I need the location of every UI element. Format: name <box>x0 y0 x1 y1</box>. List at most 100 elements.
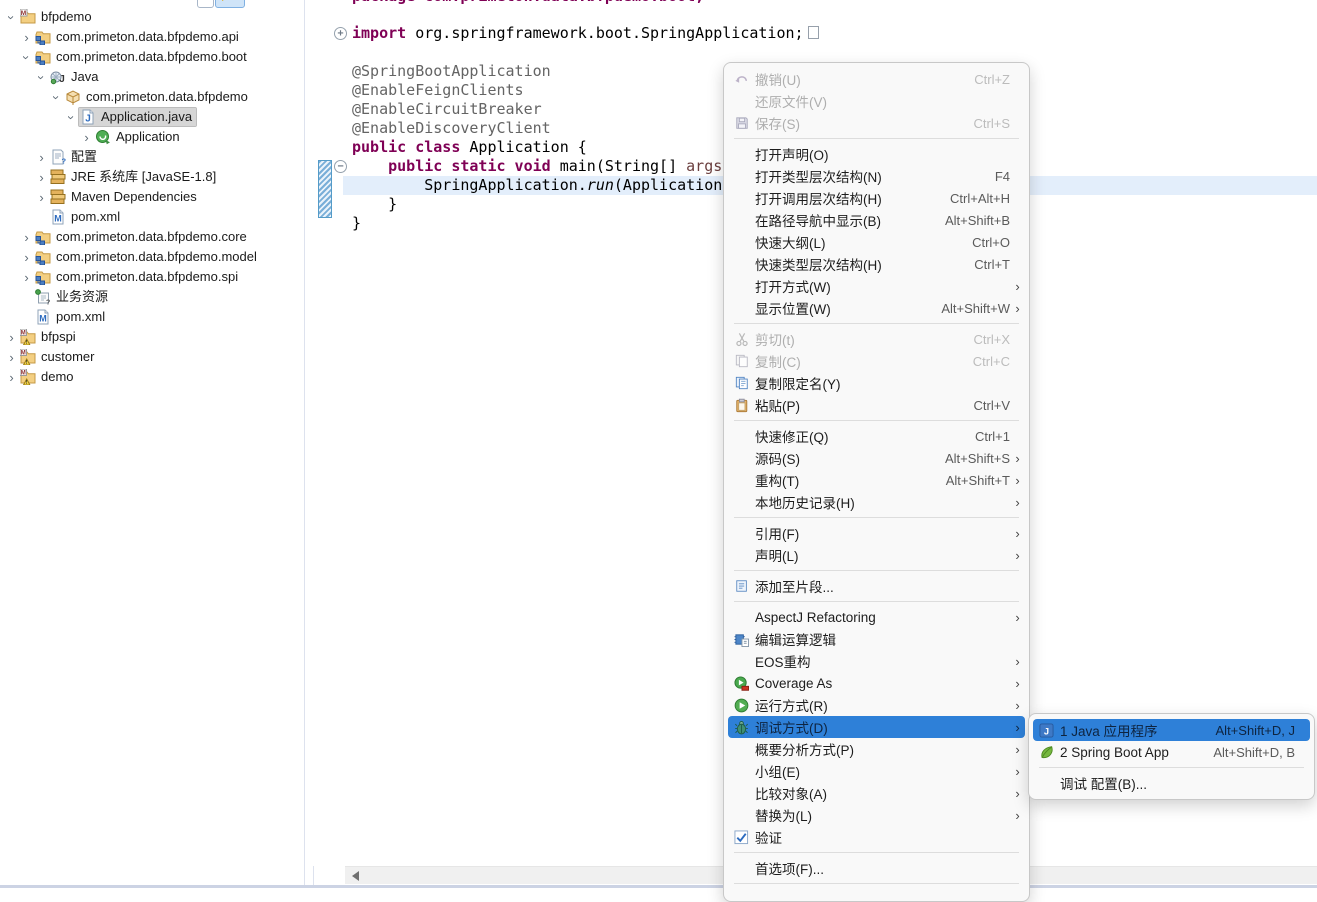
collapse-arrow-icon[interactable]: › <box>34 191 49 204</box>
menu-item-show-in-breadcrumb[interactable]: 在路径导航中显示(B)Alt+Shift+B <box>728 209 1025 231</box>
tree-item-content[interactable]: com.primeton.data.bfpdemo.model <box>34 248 261 266</box>
code-line[interactable]: import org.springframework.boot.SpringAp… <box>352 24 819 43</box>
menu-item-quick-type-hierarchy[interactable]: 快速类型层次结构(H)Ctrl+T <box>728 253 1025 275</box>
tree-item-content[interactable]: ?业务资源 <box>34 288 112 306</box>
tree-item-biz-resource[interactable]: ?业务资源 <box>0 287 261 307</box>
menu-item-open-declaration[interactable]: 打开声明(O) <box>728 143 1025 165</box>
code-line[interactable]: @EnableFeignClients <box>352 81 524 100</box>
tree-item-content[interactable]: Mpom.xml <box>49 208 124 226</box>
menu-item-validate[interactable]: 验证 <box>728 826 1025 848</box>
menu-item-java-application[interactable]: J1 Java 应用程序Alt+Shift+D, J <box>1033 719 1310 741</box>
tree-item-content[interactable]: com.primeton.data.bfpdemo.boot <box>34 48 251 66</box>
menu-item-show-in[interactable]: 显示位置(W)Alt+Shift+W› <box>728 297 1025 319</box>
tree-item-content[interactable]: com.primeton.data.bfpdemo.api <box>34 28 243 46</box>
menu-item-open-with[interactable]: 打开方式(W)› <box>728 275 1025 297</box>
tree-item-config[interactable]: ›?配置 <box>0 147 261 167</box>
tree-item-content[interactable]: M!bfpspi <box>19 328 80 346</box>
expand-arrow-icon[interactable]: › <box>65 110 78 125</box>
menu-item-refactor[interactable]: 重构(T)Alt+Shift+T› <box>728 469 1025 491</box>
code-line[interactable]: } <box>352 214 361 233</box>
collapse-arrow-icon[interactable]: › <box>19 251 34 264</box>
tree-item-content[interactable]: JApplication.java <box>79 108 196 126</box>
tree-item-java[interactable]: ›JJava <box>0 67 261 87</box>
tree-item-content[interactable]: com.primeton.data.bfpdemo.spi <box>34 268 242 286</box>
tree-item-content[interactable]: Maven Dependencies <box>49 188 201 206</box>
expand-arrow-icon[interactable]: › <box>35 70 48 85</box>
collapse-arrow-icon[interactable]: › <box>4 351 19 364</box>
menu-item-paste[interactable]: 粘贴(P)Ctrl+V <box>728 394 1025 416</box>
tree-item-content[interactable]: JRE 系统库 [JavaSE-1.8] <box>49 168 220 186</box>
tree-item-api[interactable]: ›com.primeton.data.bfpdemo.api <box>0 27 261 47</box>
tree-item-bfpspi[interactable]: ›M!bfpspi <box>0 327 261 347</box>
scroll-left-icon[interactable] <box>352 871 359 881</box>
tree-item-spi[interactable]: ›com.primeton.data.bfpdemo.spi <box>0 267 261 287</box>
menu-item-open-call-hierarchy[interactable]: 打开调用层次结构(H)Ctrl+Alt+H <box>728 187 1025 209</box>
menu-item-run-as[interactable]: 运行方式(R)› <box>728 694 1025 716</box>
menu-item-debug-as[interactable]: 调试方式(D)› <box>728 716 1025 738</box>
tree-item-customer[interactable]: ›M!customer <box>0 347 261 367</box>
collapse-arrow-icon[interactable]: › <box>79 131 94 144</box>
menu-item-quick-fix[interactable]: 快速修正(Q)Ctrl+1 <box>728 425 1025 447</box>
tree-item-pom-boot[interactable]: Mpom.xml <box>0 207 261 227</box>
menu-item-debug-configurations[interactable]: 调试 配置(B)... <box>1033 772 1310 794</box>
fold-expand-icon[interactable]: + <box>334 27 347 40</box>
code-line[interactable]: @EnableCircuitBreaker <box>352 100 542 119</box>
tree-item-pom-root[interactable]: Mpom.xml <box>0 307 261 327</box>
tree-item-content[interactable]: com.primeton.data.bfpdemo.core <box>34 228 251 246</box>
menu-item-edit-logic[interactable]: 编辑运算逻辑 <box>728 628 1025 650</box>
tree-item-application-java[interactable]: ›JApplication.java <box>0 107 261 127</box>
code-line[interactable]: public static void main(String[] args) { <box>352 157 749 176</box>
menu-item-source[interactable]: 源码(S)Alt+Shift+S› <box>728 447 1025 469</box>
menu-item-profile-as[interactable]: 概要分析方式(P)› <box>728 738 1025 760</box>
collapse-arrow-icon[interactable]: › <box>19 31 34 44</box>
collapse-arrow-icon[interactable]: › <box>19 231 34 244</box>
expand-arrow-icon[interactable]: › <box>50 90 63 105</box>
tree-item-bfpdemo[interactable]: ›Mbfpdemo <box>0 7 261 27</box>
menu-item-spring-boot-app[interactable]: 2 Spring Boot AppAlt+Shift+D, B <box>1033 741 1310 763</box>
tree-item-content[interactable]: M!demo <box>19 368 78 386</box>
menu-item-coverage-as[interactable]: Coverage As› <box>728 672 1025 694</box>
tree-item-content[interactable]: M!customer <box>19 348 98 366</box>
menu-item-team[interactable]: 小组(E)› <box>728 760 1025 782</box>
tree-item-content[interactable]: Mbfpdemo <box>19 8 96 26</box>
tree-item-content[interactable]: Application <box>94 128 184 146</box>
tree-item-jre[interactable]: ›JRE 系统库 [JavaSE-1.8] <box>0 167 261 187</box>
menu-item-local-history[interactable]: 本地历史记录(H)› <box>728 491 1025 513</box>
menu-item-declarations[interactable]: 声明(L)› <box>728 544 1025 566</box>
menu-item-aspectj-refactoring[interactable]: AspectJ Refactoring› <box>728 606 1025 628</box>
menu-item-add-to-snippets[interactable]: 添加至片段... <box>728 575 1025 597</box>
collapse-arrow-icon[interactable]: › <box>19 271 34 284</box>
tree-item-content[interactable]: JJava <box>49 68 102 86</box>
expand-arrow-icon[interactable]: › <box>20 50 33 65</box>
collapse-arrow-icon[interactable]: › <box>34 171 49 184</box>
menu-item-compare-with[interactable]: 比较对象(A)› <box>728 782 1025 804</box>
fold-collapse-icon[interactable]: − <box>334 160 347 173</box>
folded-region-icon[interactable] <box>808 26 819 39</box>
tree-item-application-class[interactable]: ›Application <box>0 127 261 147</box>
tree-item-package[interactable]: ›com.primeton.data.bfpdemo <box>0 87 261 107</box>
tree-item-model[interactable]: ›com.primeton.data.bfpdemo.model <box>0 247 261 267</box>
menu-item-copy-qualified-name[interactable]: 复制限定名(Y) <box>728 372 1025 394</box>
tree-item-content[interactable]: Mpom.xml <box>34 308 109 326</box>
code-line[interactable]: } <box>352 195 397 214</box>
collapse-arrow-icon[interactable]: › <box>34 151 49 164</box>
tree-item-boot[interactable]: ›com.primeton.data.bfpdemo.boot <box>0 47 261 67</box>
collapse-arrow-icon[interactable]: › <box>4 331 19 344</box>
expand-arrow-icon[interactable]: › <box>5 10 18 25</box>
tree-item-content[interactable]: ?配置 <box>49 148 101 166</box>
menu-item-references[interactable]: 引用(F)› <box>728 522 1025 544</box>
code-line[interactable]: @EnableDiscoveryClient <box>352 119 551 138</box>
tree-item-maven-deps[interactable]: ›Maven Dependencies <box>0 187 261 207</box>
collapse-arrow-icon[interactable]: › <box>4 371 19 384</box>
menu-item-eos-refactor[interactable]: EOS重构› <box>728 650 1025 672</box>
tree-item-demo[interactable]: ›M!demo <box>0 367 261 387</box>
code-line[interactable]: package com.primeton.data.bfpdemo.boot; <box>352 0 704 6</box>
menu-item-quick-outline[interactable]: 快速大纲(L)Ctrl+O <box>728 231 1025 253</box>
code-line[interactable]: public class Application { <box>352 138 587 157</box>
menu-item-preferences[interactable]: 首选项(F)... <box>728 857 1025 879</box>
tree-item-content[interactable]: com.primeton.data.bfpdemo <box>64 88 252 106</box>
menu-item-open-type-hierarchy[interactable]: 打开类型层次结构(N)F4 <box>728 165 1025 187</box>
code-line[interactable]: @SpringBootApplication <box>352 62 551 81</box>
tree-item-core[interactable]: ›com.primeton.data.bfpdemo.core <box>0 227 261 247</box>
menu-item-replace-with[interactable]: 替换为(L)› <box>728 804 1025 826</box>
